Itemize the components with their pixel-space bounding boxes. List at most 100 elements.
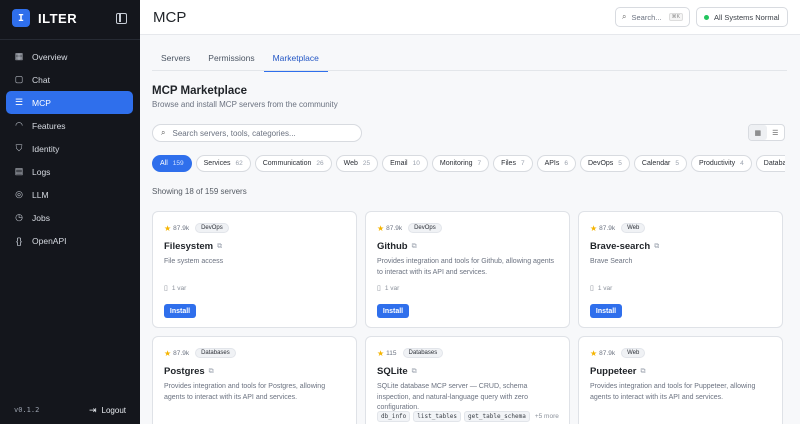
server-name-text: Postgres xyxy=(164,366,205,377)
filter-chip-services[interactable]: Services 62 xyxy=(195,155,251,172)
external-link-icon[interactable]: ⧉ xyxy=(640,368,645,376)
env-var-text: 1 var xyxy=(384,284,400,292)
list-view-icon[interactable]: ☰ xyxy=(767,125,785,140)
env-var-count: ▯ 1 var xyxy=(377,284,400,293)
filter-chip-communication[interactable]: Communication 26 xyxy=(254,155,332,172)
external-link-icon[interactable]: ⧉ xyxy=(209,368,214,376)
sidebar-item-features[interactable]: ◠ Features xyxy=(6,114,133,137)
filter-chip-label: Productivity xyxy=(698,160,736,167)
sidebar-item-overview[interactable]: ▦ Overview xyxy=(6,45,133,68)
server-name[interactable]: Filesystem ⧉ xyxy=(164,241,222,252)
sidebar-item-mcp[interactable]: ☰ MCP xyxy=(6,91,133,114)
search-placeholder: Search servers, tools, categories... xyxy=(172,128,296,138)
system-status-badge[interactable]: All Systems Normal xyxy=(696,7,788,27)
server-description: Provides integration and tools for Postg… xyxy=(164,383,326,401)
card-meta: ★ 87.9k DevOps xyxy=(164,223,229,233)
sidebar-item-openapi[interactable]: {} OpenAPI xyxy=(6,229,133,252)
server-card[interactable]: ★ 115 Databases SQLite ⧉ SQLite database MCP … xyxy=(365,336,570,424)
star-count: 87.9k xyxy=(173,349,190,357)
server-name-text: Filesystem xyxy=(164,241,214,252)
server-card[interactable]: ★ 87.9k DevOps Filesystem ⧉ File system acces… xyxy=(152,211,357,328)
marketplace-search-input[interactable]: ⌕ Search servers, tools, categories... xyxy=(152,124,362,142)
global-search-label: Search... xyxy=(631,12,662,22)
filter-chip-count: 4 xyxy=(740,160,744,167)
sidebar-item-label: Jobs xyxy=(32,212,50,223)
server-name[interactable]: Puppeteer ⧉ xyxy=(590,366,645,377)
bot-icon: ◎ xyxy=(15,189,23,199)
sidebar-item-label: LLM xyxy=(32,189,49,200)
install-button[interactable]: Install xyxy=(164,304,196,318)
filter-chip-count: 62 xyxy=(235,160,243,167)
top-bar: MCP ⌕ Search... ⌘K All Systems Normal xyxy=(140,0,800,35)
filter-chip-all[interactable]: All 159 xyxy=(152,155,192,172)
filter-chip-label: Databases xyxy=(763,160,785,167)
install-button[interactable]: Install xyxy=(590,304,622,318)
sidebar-item-label: MCP xyxy=(32,97,51,108)
server-name[interactable]: Postgres ⧉ xyxy=(164,366,214,377)
external-link-icon[interactable]: ⧉ xyxy=(412,243,417,251)
tool-tag: list_tables xyxy=(413,411,462,422)
marketplace-subtitle: Browse and install MCP servers from the … xyxy=(152,100,338,109)
filter-chip-web[interactable]: Web 25 xyxy=(335,155,379,172)
star-icon: ★ xyxy=(164,223,172,233)
server-card[interactable]: ★ 87.9k Databases Postgres ⧉ Provides integra… xyxy=(152,336,357,424)
grid-view-icon[interactable]: ▦ xyxy=(749,125,767,140)
star-count: 87.9k xyxy=(599,349,616,357)
app-logo: I xyxy=(12,9,30,27)
tab-permissions[interactable]: Permissions xyxy=(199,45,263,72)
filter-chip-label: All xyxy=(160,160,168,167)
filter-chip-monitoring[interactable]: Monitoring 7 xyxy=(431,155,490,172)
external-link-icon[interactable]: ⧉ xyxy=(654,243,659,251)
filter-chip-label: Files xyxy=(501,160,516,167)
external-link-icon[interactable]: ⧉ xyxy=(217,243,222,251)
sidebar: I ILTER ▦ Overview ▢ Chat ☰ MCP ◠ Features ⛉ Iden… xyxy=(0,0,140,424)
server-description: File system access xyxy=(164,258,224,265)
card-meta: ★ 87.9k Web xyxy=(590,223,646,233)
sidebar-item-llm[interactable]: ◎ LLM xyxy=(6,183,133,206)
global-search-button[interactable]: ⌕ Search... ⌘K xyxy=(615,7,690,27)
search-shortcut: ⌘K xyxy=(668,13,683,21)
filter-chip-count: 7 xyxy=(477,160,482,167)
sidebar-item-chat[interactable]: ▢ Chat xyxy=(6,68,133,91)
file-icon: ▤ xyxy=(14,166,24,176)
search-icon: ⌕ xyxy=(161,128,166,137)
env-var-text: 1 var xyxy=(597,284,613,292)
filter-chip-label: APIs xyxy=(544,160,560,167)
category-filters: All 159 Services 62 Communication 26 Web 25 Emai… xyxy=(152,155,785,172)
star-icon: ★ xyxy=(164,348,172,358)
tab-bar: Servers Permissions Marketplace xyxy=(152,45,328,72)
sidebar-item-identity[interactable]: ⛉ Identity xyxy=(6,137,133,160)
install-button[interactable]: Install xyxy=(377,304,409,318)
sidebar-item-logs[interactable]: ▤ Logs xyxy=(6,160,133,183)
external-link-icon[interactable]: ⧉ xyxy=(412,368,417,376)
brand[interactable]: I ILTER xyxy=(12,9,77,27)
tool-tag: get_table_schema xyxy=(464,411,530,422)
filter-chip-devops[interactable]: DevOps 5 xyxy=(580,155,630,172)
star-count: 115 xyxy=(386,349,397,357)
server-name[interactable]: Github ⧉ xyxy=(377,241,417,252)
sidebar-item-jobs[interactable]: ◷ Jobs xyxy=(6,206,133,229)
server-card[interactable]: ★ 87.9k Web Brave-search ⧉ Brave Search ▯ 1 var… xyxy=(578,211,783,328)
server-name[interactable]: Brave-search ⧉ xyxy=(590,241,659,252)
server-card[interactable]: ★ 87.9k Web Puppeteer ⧉ Provides integration … xyxy=(578,336,783,424)
server-name[interactable]: SQLite ⧉ xyxy=(377,366,417,377)
system-status-text: All Systems Normal xyxy=(714,12,780,22)
star-icon: ★ xyxy=(590,223,598,233)
logout-button[interactable]: ⇥ Logout xyxy=(89,405,126,416)
filter-chip-databases[interactable]: Databases xyxy=(755,155,785,172)
chat-icon: ▢ xyxy=(14,74,24,84)
category-tag: Web xyxy=(621,223,646,233)
filter-chip-calendar[interactable]: Calendar 5 xyxy=(633,155,687,172)
filter-chip-count: 159 xyxy=(172,160,184,167)
tab-servers[interactable]: Servers xyxy=(152,45,199,72)
filter-chip-productivity[interactable]: Productivity 4 xyxy=(690,155,752,172)
filter-chip-email[interactable]: Email 10 xyxy=(382,155,428,172)
filter-chip-apis[interactable]: APIs 6 xyxy=(536,155,576,172)
more-tools[interactable]: +5 more xyxy=(535,413,559,420)
sidebar-divider xyxy=(0,39,140,40)
filter-chip-files[interactable]: Files 7 xyxy=(493,155,533,172)
server-name-text: SQLite xyxy=(377,366,408,377)
server-card[interactable]: ★ 87.9k DevOps Github ⧉ Provides integration … xyxy=(365,211,570,328)
tab-marketplace[interactable]: Marketplace xyxy=(263,45,328,72)
sidebar-toggle-icon[interactable] xyxy=(116,13,127,24)
